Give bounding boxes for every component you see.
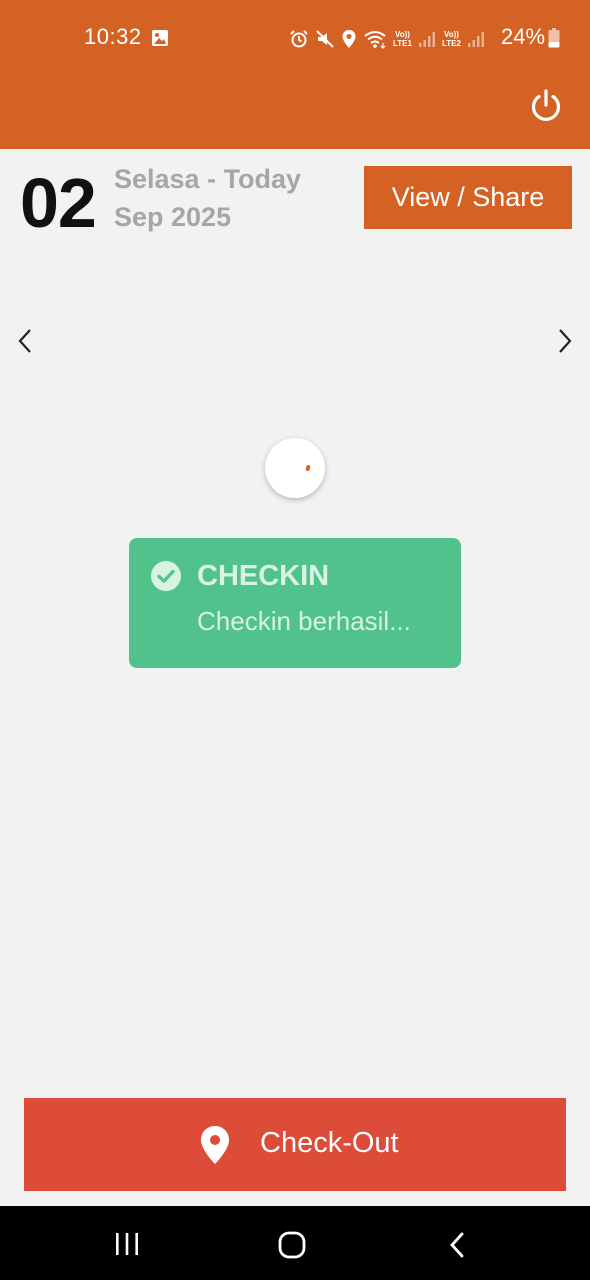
battery-icon <box>548 28 560 48</box>
location-icon <box>342 30 356 48</box>
check-circle-icon <box>151 561 181 591</box>
app-header: 10:32 Vo)) LTE1 Vo)) LTE2 24% <box>0 0 590 149</box>
lte2-bottom-text: LTE2 <box>441 39 461 48</box>
lte2-top-text: Vo)) <box>443 30 459 39</box>
chevron-left-icon[interactable] <box>14 326 36 356</box>
toast-message: Checkin berhasil... <box>197 606 411 636</box>
recents-icon[interactable] <box>113 1232 141 1256</box>
alarm-icon <box>290 30 308 48</box>
view-share-button[interactable]: View / Share <box>364 166 572 229</box>
spinner-indicator <box>305 464 311 472</box>
wifi-icon <box>364 31 386 49</box>
chevron-right-icon[interactable] <box>554 326 576 356</box>
status-bar: 10:32 Vo)) LTE1 Vo)) LTE2 24% <box>0 0 590 78</box>
status-icons: Vo)) LTE1 Vo)) LTE2 <box>289 26 485 52</box>
checkout-button[interactable]: Check-Out <box>24 1098 566 1191</box>
checkin-toast: CHECKIN Checkin berhasil... <box>129 538 461 668</box>
signal-icon <box>467 32 484 47</box>
gallery-icon <box>152 30 168 46</box>
mute-icon <box>316 30 334 48</box>
date-month-year: Sep 2025 <box>114 202 232 232</box>
lte1-top-text: Vo)) <box>395 30 410 39</box>
date-weekday-label: Selasa - Today <box>114 164 302 194</box>
battery-level: 24% <box>501 24 546 49</box>
loading-spinner <box>265 438 325 498</box>
back-icon[interactable] <box>447 1230 467 1260</box>
status-time: 10:32 <box>84 24 142 49</box>
date-day: 02 <box>20 164 97 242</box>
checkout-label: Check-Out <box>260 1127 399 1159</box>
lte2-indicator: Vo)) LTE2 <box>442 30 461 48</box>
location-pin-icon <box>201 1126 229 1164</box>
lte1-bottom-text: LTE1 <box>393 39 412 48</box>
home-icon[interactable] <box>277 1230 307 1260</box>
system-nav-bar <box>0 1206 590 1280</box>
lte1-indicator: Vo)) LTE1 <box>393 30 412 48</box>
power-icon[interactable] <box>528 88 564 124</box>
toast-title: CHECKIN <box>197 560 330 592</box>
signal-icon <box>418 32 435 47</box>
